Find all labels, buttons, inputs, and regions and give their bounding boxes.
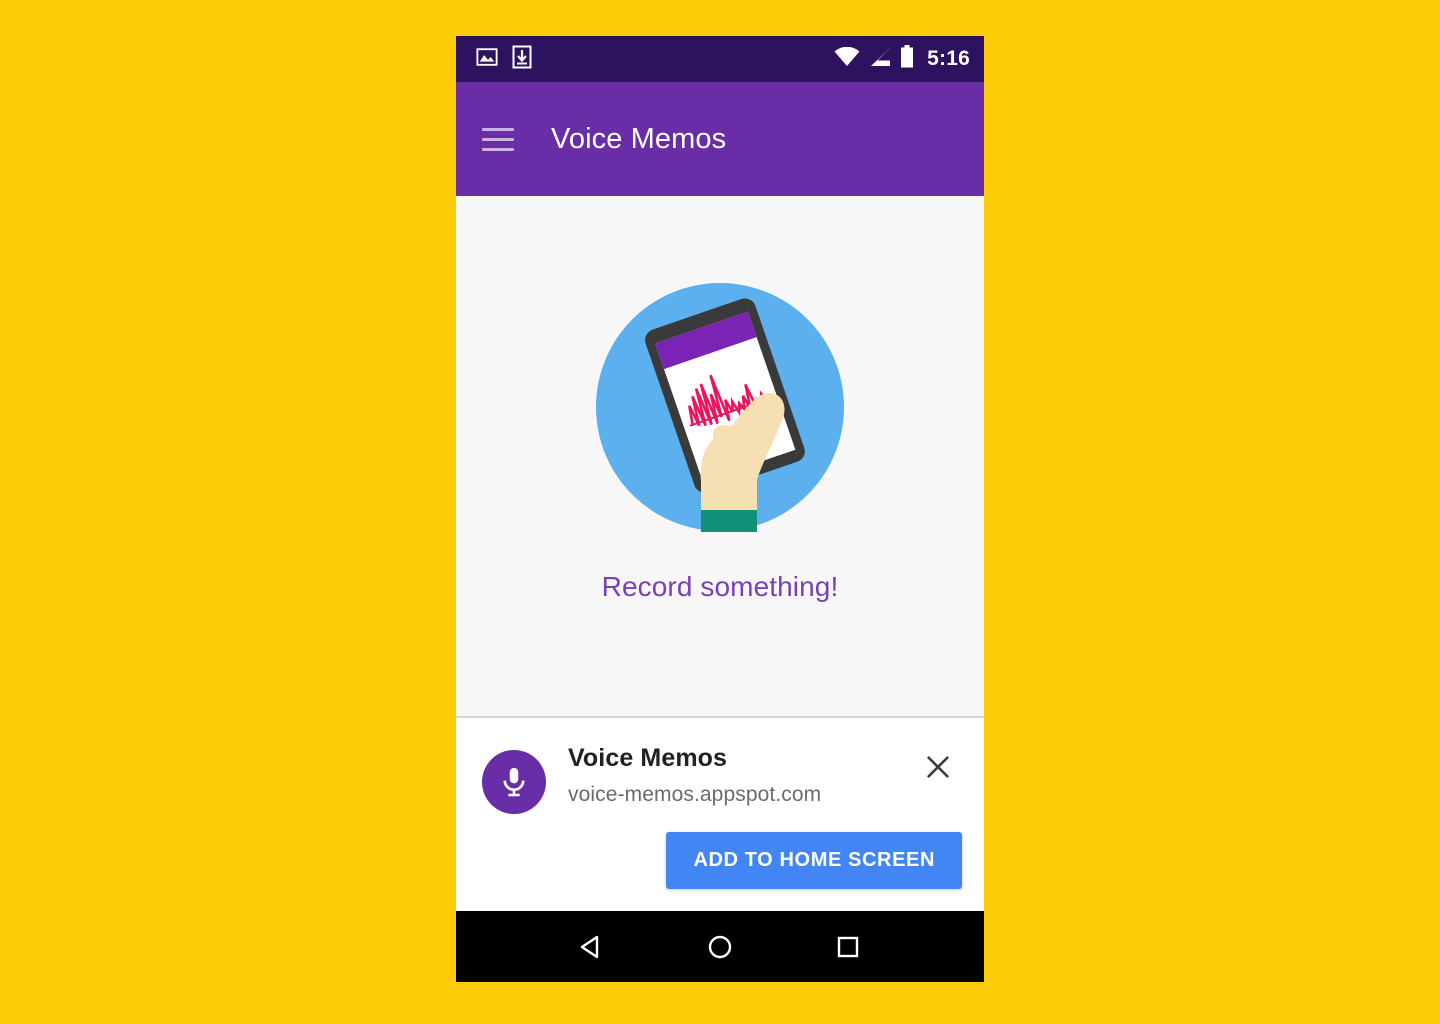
download-icon (512, 45, 532, 74)
battery-icon (900, 45, 914, 73)
status-bar: 5:16 (456, 36, 984, 82)
hamburger-menu-icon[interactable] (482, 118, 524, 160)
add-to-home-screen-button[interactable]: ADD TO HOME SCREEN (666, 832, 962, 889)
status-bar-left-icons (476, 45, 532, 74)
hamburger-line (482, 147, 514, 151)
android-navigation-bar (456, 911, 984, 982)
close-icon[interactable] (918, 747, 958, 787)
banner-header: Voice Memos voice-memos.appspot.com (482, 744, 958, 814)
hamburger-line (482, 137, 514, 141)
page-title: Voice Memos (551, 122, 727, 155)
app-bar: Voice Memos (456, 82, 984, 196)
phone-screen: 5:16 Voice Memos Record something! Voice… (456, 36, 984, 982)
hamburger-line (482, 127, 514, 131)
empty-state-content: Record something! (456, 196, 984, 718)
banner-actions: ADD TO HOME SCREEN (666, 832, 962, 889)
hand-holding-phone-illustration (596, 282, 844, 532)
status-bar-clock: 5:16 (927, 47, 970, 70)
empty-state-message: Record something! (601, 570, 839, 602)
back-button[interactable] (564, 919, 620, 975)
recents-button[interactable] (820, 919, 876, 975)
microphone-icon (482, 750, 546, 814)
status-bar-right-icons: 5:16 (834, 45, 970, 73)
add-to-home-screen-banner: Voice Memos voice-memos.appspot.com ADD … (456, 718, 984, 911)
banner-app-url: voice-memos.appspot.com (568, 782, 822, 806)
illustration-sleeve (701, 509, 757, 532)
home-button[interactable] (692, 919, 748, 975)
banner-text-group: Voice Memos voice-memos.appspot.com (568, 744, 918, 807)
image-icon (476, 46, 498, 73)
cellular-signal-icon (869, 47, 891, 72)
banner-app-title: Voice Memos (568, 744, 728, 772)
wifi-icon (834, 46, 860, 72)
